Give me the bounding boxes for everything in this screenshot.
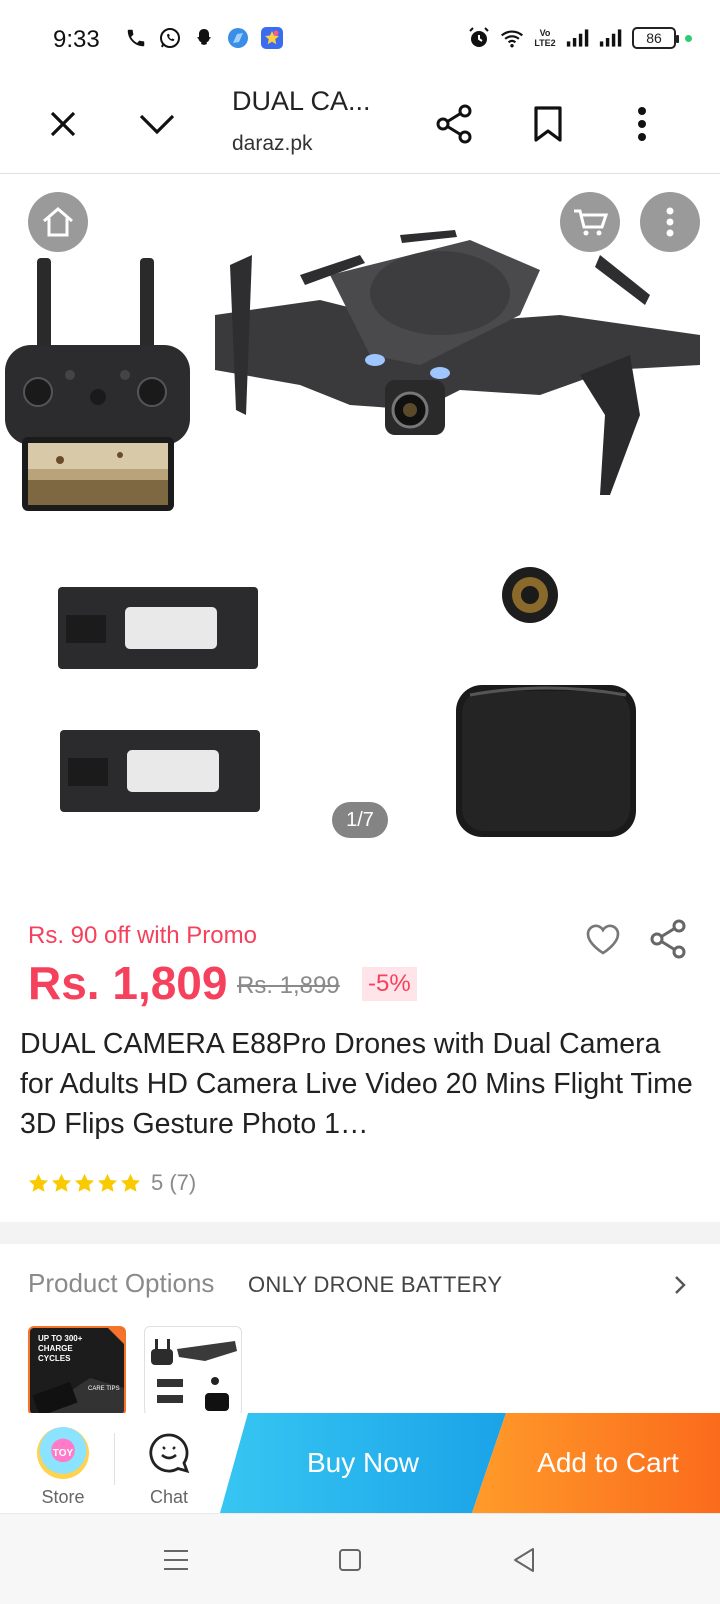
options-expand-button[interactable] bbox=[668, 1270, 692, 1300]
rating-summary[interactable]: 5 (7) bbox=[28, 1170, 196, 1196]
home-nav-button[interactable] bbox=[330, 1540, 370, 1580]
bottom-action-bar: TOY Store Chat Buy Now Add to Cart bbox=[0, 1413, 720, 1513]
drone-thumbnail-art bbox=[151, 1339, 237, 1411]
buy-now-button[interactable]: Buy Now bbox=[220, 1413, 506, 1513]
section-divider bbox=[0, 1222, 720, 1244]
battery-images bbox=[58, 587, 260, 812]
chat-icon bbox=[143, 1427, 195, 1479]
image-counter: 1/7 bbox=[332, 802, 388, 838]
back-nav-button[interactable] bbox=[504, 1540, 544, 1580]
current-price: Rs. 1,809 bbox=[28, 957, 228, 1009]
chevron-right-icon bbox=[675, 1276, 686, 1294]
star-app-icon bbox=[260, 26, 284, 50]
alarm-icon bbox=[467, 26, 491, 50]
option-thumbnail-battery[interactable]: UP TO 300+ CHARGE CYCLES CARE TIPS bbox=[28, 1326, 126, 1416]
product-image-gallery[interactable]: 1/7 bbox=[0, 175, 720, 885]
promo-text[interactable]: Rs. 90 off with Promo bbox=[28, 922, 257, 950]
battery-indicator: 86 bbox=[632, 27, 679, 49]
recent-apps-button[interactable] bbox=[156, 1540, 196, 1580]
close-tab-button[interactable] bbox=[37, 98, 89, 150]
star-rating bbox=[28, 1173, 141, 1193]
status-notification-icons bbox=[124, 26, 284, 50]
star-icon bbox=[28, 1173, 49, 1192]
signal-icon bbox=[599, 26, 623, 50]
gallery-more-button[interactable] bbox=[640, 192, 700, 252]
chat-button[interactable]: Chat bbox=[128, 1427, 210, 1508]
browser-menu-button[interactable] bbox=[616, 98, 668, 150]
gallery-cart-button[interactable] bbox=[560, 192, 620, 252]
privacy-indicator-dot bbox=[685, 34, 692, 42]
selected-option[interactable]: ONLY DRONE BATTERY bbox=[248, 1272, 502, 1298]
store-logo: TOY bbox=[37, 1427, 89, 1479]
status-bar: 9:33 Vo LTE2 86 bbox=[0, 0, 720, 80]
phone-icon bbox=[124, 26, 148, 50]
snapchat-icon bbox=[192, 26, 216, 50]
option-thumbnail-drone[interactable] bbox=[144, 1326, 242, 1416]
star-icon bbox=[74, 1173, 95, 1192]
product-options-label: Product Options bbox=[28, 1268, 215, 1298]
original-price: Rs. 1,899 bbox=[237, 972, 340, 999]
product-title: DUAL CAMERA E88Pro Drones with Dual Came… bbox=[20, 1028, 693, 1140]
menu-icon bbox=[164, 1550, 188, 1570]
status-time: 9:33 bbox=[53, 26, 100, 53]
camera-lens-image bbox=[502, 567, 558, 623]
chat-label: Chat bbox=[149, 1487, 189, 1507]
star-icon bbox=[120, 1173, 141, 1192]
share-icon bbox=[650, 919, 686, 959]
more-vertical-icon bbox=[638, 107, 646, 141]
carry-case-image bbox=[456, 685, 636, 837]
back-triangle-icon bbox=[514, 1548, 534, 1572]
more-vertical-icon bbox=[666, 207, 674, 237]
share-icon bbox=[436, 104, 472, 144]
home-icon bbox=[43, 207, 73, 237]
drone-image bbox=[215, 230, 700, 495]
product-image bbox=[5, 230, 700, 837]
status-system-icons: Vo LTE2 86 bbox=[467, 26, 692, 50]
store-label: Store bbox=[41, 1487, 85, 1507]
gallery-home-button[interactable] bbox=[28, 192, 88, 252]
add-to-cart-button[interactable]: Add to Cart bbox=[472, 1413, 720, 1513]
wishlist-button[interactable] bbox=[583, 920, 623, 960]
home-square-icon bbox=[339, 1549, 361, 1571]
thumbnail-subcaption: CARE TIPS bbox=[88, 1386, 120, 1392]
bookmark-button[interactable] bbox=[522, 98, 574, 150]
share-button[interactable] bbox=[428, 98, 480, 150]
rating-count: 5 (7) bbox=[151, 1170, 197, 1195]
bookmark-icon bbox=[534, 106, 562, 142]
product-share-button[interactable] bbox=[647, 918, 689, 960]
browser-toolbar: DUAL CA... daraz.pk bbox=[0, 80, 720, 174]
minimize-button[interactable] bbox=[131, 98, 183, 150]
remote-controller-image bbox=[5, 258, 190, 511]
close-icon bbox=[50, 111, 76, 137]
system-navigation-bar bbox=[0, 1513, 720, 1604]
page-url: daraz.pk bbox=[232, 132, 313, 155]
chevron-down-icon bbox=[139, 114, 175, 135]
star-icon bbox=[51, 1173, 72, 1192]
cart-icon bbox=[574, 209, 608, 236]
action-separator bbox=[114, 1433, 115, 1485]
network-type-label: Vo LTE2 bbox=[534, 28, 556, 48]
heart-icon bbox=[586, 924, 620, 955]
star-icon bbox=[97, 1173, 118, 1192]
signal-icon bbox=[566, 26, 590, 50]
whatsapp-icon bbox=[158, 26, 182, 50]
browser-icon bbox=[226, 26, 250, 50]
discount-badge: -5% bbox=[362, 967, 417, 1001]
page-title: DUAL CA... bbox=[232, 86, 371, 116]
store-button[interactable]: TOY Store bbox=[22, 1427, 104, 1508]
wifi-icon bbox=[500, 26, 524, 50]
